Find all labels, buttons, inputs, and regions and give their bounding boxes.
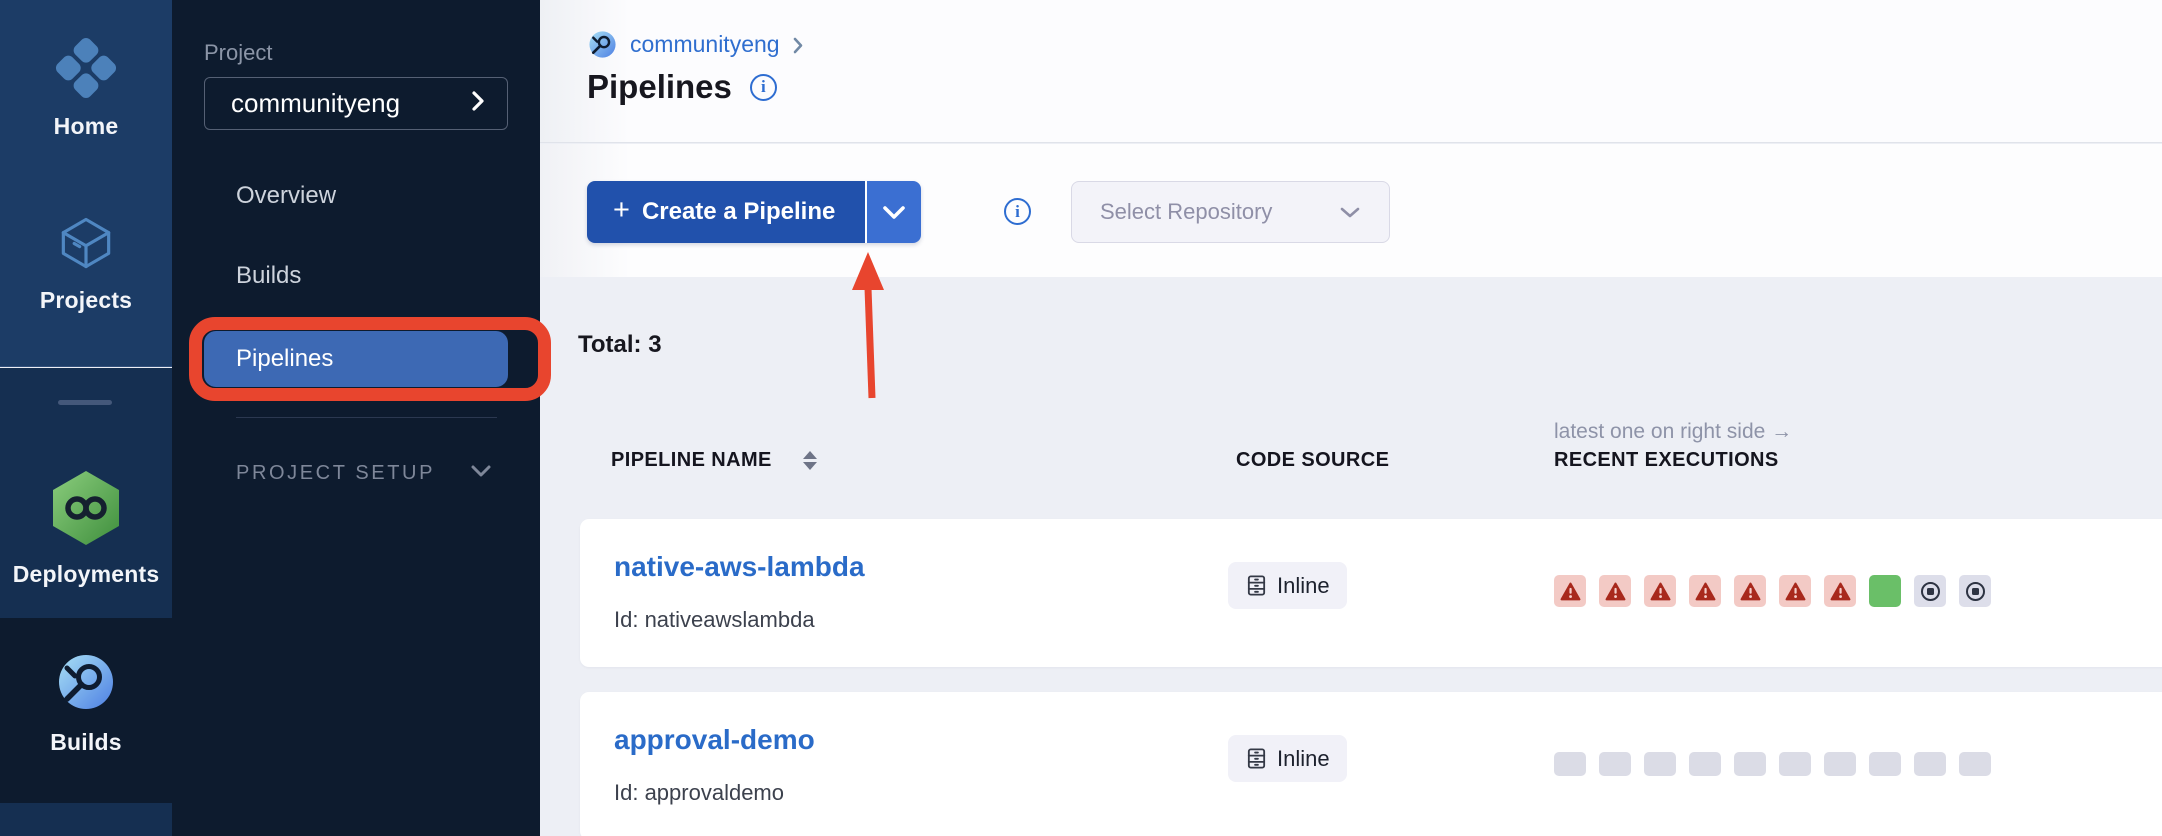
toolbar: + Create a Pipeline i Select Repository — [540, 144, 2162, 277]
pipeline-name-link[interactable]: approval-demo — [614, 724, 815, 756]
recent-executions — [1554, 575, 1991, 607]
execution-tile-empty[interactable] — [1824, 752, 1856, 776]
execution-tile-empty[interactable] — [1554, 752, 1586, 776]
rail-item-projects[interactable]: Projects — [0, 214, 172, 314]
execution-tile-failed[interactable] — [1554, 575, 1586, 607]
breadcrumb: communityeng — [587, 29, 804, 60]
create-pipeline-caret-button[interactable] — [867, 181, 921, 243]
project-label: Project — [204, 40, 272, 66]
execution-tile-aborted[interactable] — [1959, 575, 1991, 607]
chevron-right-icon — [471, 90, 485, 117]
rail-item-label: Projects — [40, 287, 132, 314]
execution-tile-empty[interactable] — [1869, 752, 1901, 776]
rail-section-deploy: Deployments — [0, 368, 172, 618]
chevron-down-icon — [470, 464, 492, 483]
create-pipeline-label: Create a Pipeline — [642, 198, 835, 226]
total-count: Total: 3 — [578, 331, 662, 359]
code-source-label: Inline — [1277, 573, 1330, 599]
projects-icon — [57, 214, 115, 277]
create-pipeline-split-button: + Create a Pipeline — [587, 181, 921, 243]
title-info-icon[interactable]: i — [750, 74, 777, 101]
rail-section-general: Home Projects — [0, 0, 172, 367]
execution-tile-failed[interactable] — [1689, 575, 1721, 607]
module-rail: Home Projects — [0, 0, 172, 836]
rail-item-label: Builds — [50, 729, 121, 756]
execution-tile-failed[interactable] — [1779, 575, 1811, 607]
execution-tile-failed[interactable] — [1599, 575, 1631, 607]
app-root: Home Projects — [0, 0, 2162, 836]
rail-separator-dash — [58, 400, 112, 405]
chevron-down-icon — [1339, 206, 1361, 219]
code-source-label: Inline — [1277, 746, 1330, 772]
execution-tile-empty[interactable] — [1644, 752, 1676, 776]
code-source-badge: Inline — [1228, 735, 1347, 782]
execution-tile-empty[interactable] — [1599, 752, 1631, 776]
pipeline-row: native-aws-lambda Id: nativeawslambda In… — [580, 519, 2162, 667]
column-header-recent-executions: RECENT EXECUTIONS — [1554, 449, 1779, 472]
column-header-code-source: CODE SOURCE — [1236, 449, 1389, 472]
chevron-right-icon — [792, 36, 804, 55]
rail-item-deployments[interactable]: Deployments — [0, 468, 172, 588]
executions-note: latest one on right side → — [1554, 420, 1792, 444]
sidebar-item-overview[interactable]: Overview — [204, 168, 508, 224]
page-header: communityeng Pipelines i — [540, 0, 2162, 143]
execution-tile-failed[interactable] — [1824, 575, 1856, 607]
execution-tile-empty[interactable] — [1959, 752, 1991, 776]
deployments-icon — [48, 468, 124, 553]
pipeline-id: Id: approvaldemo — [614, 780, 784, 806]
breadcrumb-project-link[interactable]: communityeng — [630, 31, 780, 58]
execution-tile-failed[interactable] — [1734, 575, 1766, 607]
project-sidebar: Project communityeng Overview Builds Pip… — [172, 0, 540, 836]
rail-item-label: Home — [54, 113, 119, 140]
inline-store-icon — [1245, 747, 1268, 770]
home-icon — [54, 36, 118, 105]
project-setup-label: PROJECT SETUP — [236, 462, 435, 485]
rail-section-builds-active: Builds — [0, 618, 172, 803]
execution-tile-empty[interactable] — [1779, 752, 1811, 776]
execution-tile-failed[interactable] — [1644, 575, 1676, 607]
column-header-pipeline-name: PIPELINE NAME — [611, 449, 772, 472]
recent-executions — [1554, 748, 1991, 780]
rail-item-builds[interactable]: Builds — [0, 650, 172, 756]
create-info-icon[interactable]: i — [1004, 198, 1031, 225]
sidebar-item-builds[interactable]: Builds — [204, 248, 508, 304]
rail-section-bottom — [0, 803, 172, 836]
repository-select[interactable]: Select Repository — [1071, 181, 1390, 243]
execution-tile-empty[interactable] — [1734, 752, 1766, 776]
ci-module-icon — [587, 29, 618, 60]
plus-icon: + — [613, 194, 630, 227]
chevron-down-icon — [882, 205, 906, 220]
page-title: Pipelines — [587, 68, 732, 106]
project-selector-value: communityeng — [231, 88, 471, 119]
sidebar-item-pipelines[interactable]: Pipelines — [204, 331, 508, 387]
rail-item-label: Deployments — [13, 561, 160, 588]
execution-tile-success[interactable] — [1869, 575, 1901, 607]
sidebar-divider — [236, 417, 497, 418]
execution-tile-empty[interactable] — [1689, 752, 1721, 776]
main-content: communityeng Pipelines i + Create a Pipe… — [540, 0, 2162, 836]
pipeline-list-section: Total: 3 latest one on right side → PIPE… — [540, 277, 2162, 836]
inline-store-icon — [1245, 574, 1268, 597]
builds-icon — [54, 650, 118, 719]
pipeline-id: Id: nativeawslambda — [614, 607, 815, 633]
execution-tile-aborted[interactable] — [1914, 575, 1946, 607]
project-selector[interactable]: communityeng — [204, 77, 508, 130]
pipeline-name-link[interactable]: native-aws-lambda — [614, 551, 865, 583]
execution-tile-empty[interactable] — [1914, 752, 1946, 776]
create-pipeline-button[interactable]: + Create a Pipeline — [587, 181, 865, 243]
project-setup-toggle[interactable]: PROJECT SETUP — [236, 462, 492, 485]
rail-item-home[interactable]: Home — [0, 36, 172, 140]
code-source-badge: Inline — [1228, 562, 1347, 609]
pipeline-row: approval-demo Id: approvaldemo Inline — [580, 692, 2162, 836]
repository-select-value: Select Repository — [1100, 199, 1339, 225]
sort-icon[interactable] — [803, 451, 817, 470]
